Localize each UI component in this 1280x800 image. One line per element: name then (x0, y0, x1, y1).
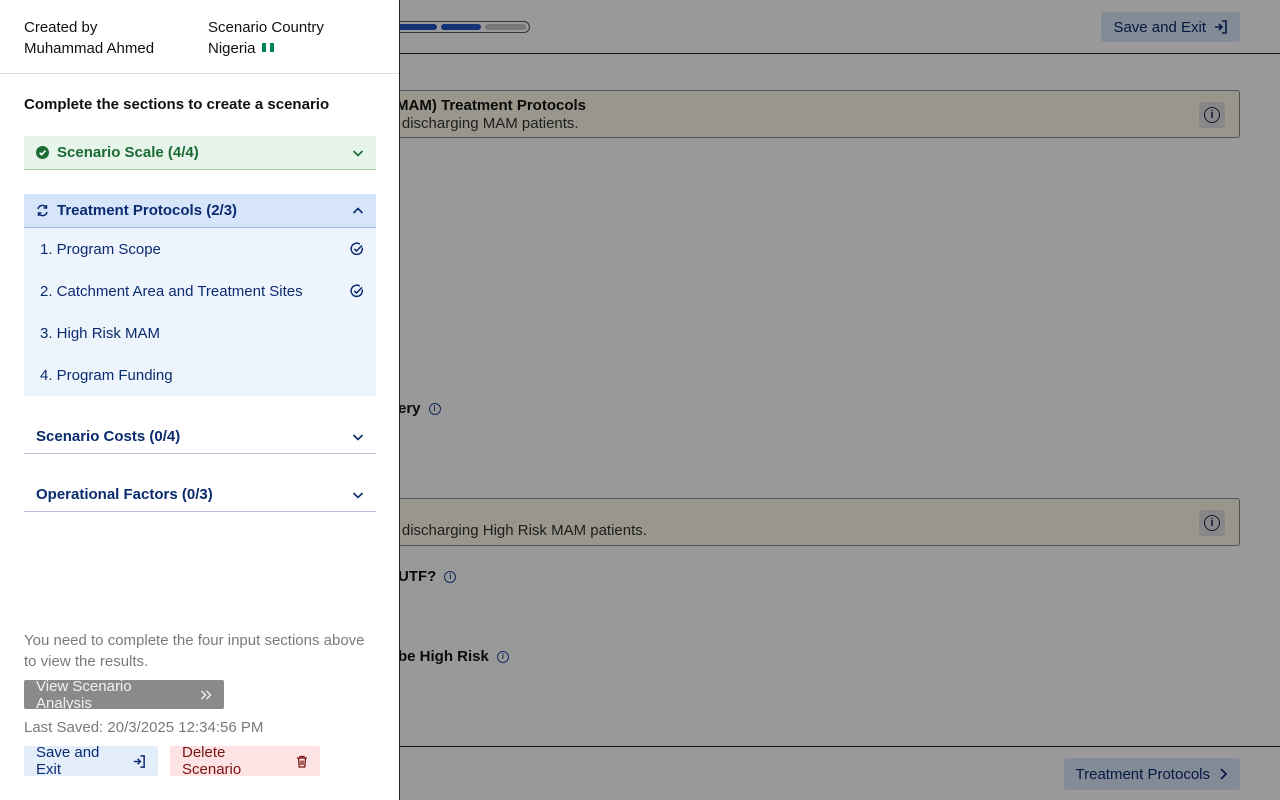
chevron-down-icon (352, 147, 364, 159)
delete-scenario-button[interactable]: Delete Scenario (170, 744, 320, 778)
check-circle-icon (350, 284, 364, 298)
subsection-high-risk-mam[interactable]: 3. High Risk MAM (24, 312, 376, 354)
country-block: Scenario Country Nigeria (208, 17, 324, 59)
section-treatment-label: Treatment Protocols (2/3) (57, 202, 238, 219)
save-exit-label: Save and Exit (36, 744, 100, 778)
created-by-block: Created by Muhammad Ahmed (24, 17, 154, 59)
section-scenario-scale[interactable]: Scenario Scale (4/4) (24, 136, 376, 170)
created-by-label: Created by (24, 19, 98, 36)
chevron-down-icon (352, 489, 364, 501)
in-progress-icon (36, 204, 49, 217)
subsection-label: 4. Program Funding (40, 366, 173, 384)
subsection-program-funding[interactable]: 4. Program Funding (24, 354, 376, 396)
section-operational-factors[interactable]: Operational Factors (0/3) (24, 478, 376, 512)
scenario-meta: Created by Muhammad Ahmed Scenario Count… (0, 0, 399, 74)
subsection-label: 3. High Risk MAM (40, 324, 161, 342)
chevron-up-icon (352, 205, 364, 217)
section-costs-label: Scenario Costs (0/4) (36, 428, 181, 445)
scenario-navigation-drawer: Created by Muhammad Ahmed Scenario Count… (0, 0, 400, 800)
country-value: Nigeria (208, 40, 256, 57)
section-scale-label: Scenario Scale (4/4) (57, 144, 199, 161)
save-and-exit-button[interactable]: Save and Exit (24, 744, 158, 778)
chevron-down-icon (352, 431, 364, 443)
check-circle-icon (36, 146, 49, 159)
section-treatment-protocols[interactable]: Treatment Protocols (2/3) (24, 194, 376, 228)
view-scenario-analysis-button[interactable]: View Scenario Analysis (24, 677, 224, 712)
section-scenario-costs[interactable]: Scenario Costs (0/4) (24, 420, 376, 454)
exit-icon (133, 754, 146, 768)
treatment-subsection-list: 1. Program Scope 2. Catchment Area and T… (24, 228, 376, 396)
section-operational-label: Operational Factors (0/3) (36, 486, 213, 503)
view-analysis-label: View Scenario Analysis (36, 677, 132, 712)
country-label: Scenario Country (208, 19, 324, 36)
nigeria-flag-icon (261, 43, 274, 52)
subsection-program-scope[interactable]: 1. Program Scope (24, 228, 376, 270)
subsection-catchment-area[interactable]: 2. Catchment Area and Treatment Sites (24, 270, 376, 312)
check-circle-icon (350, 242, 364, 256)
last-saved-timestamp: Last Saved: 20/3/2025 12:34:56 PM (24, 719, 264, 736)
trash-icon (296, 755, 308, 768)
subsection-label: 2. Catchment Area and Treatment Sites (40, 282, 303, 300)
completion-note: You need to complete the four input sect… (24, 632, 365, 670)
instruction-text: Complete the sections to create a scenar… (24, 96, 330, 113)
double-chevron-right-icon (200, 689, 212, 701)
created-by-value: Muhammad Ahmed (24, 40, 155, 57)
delete-label: Delete Scenario (182, 744, 242, 778)
subsection-label: 1. Program Scope (40, 240, 161, 258)
